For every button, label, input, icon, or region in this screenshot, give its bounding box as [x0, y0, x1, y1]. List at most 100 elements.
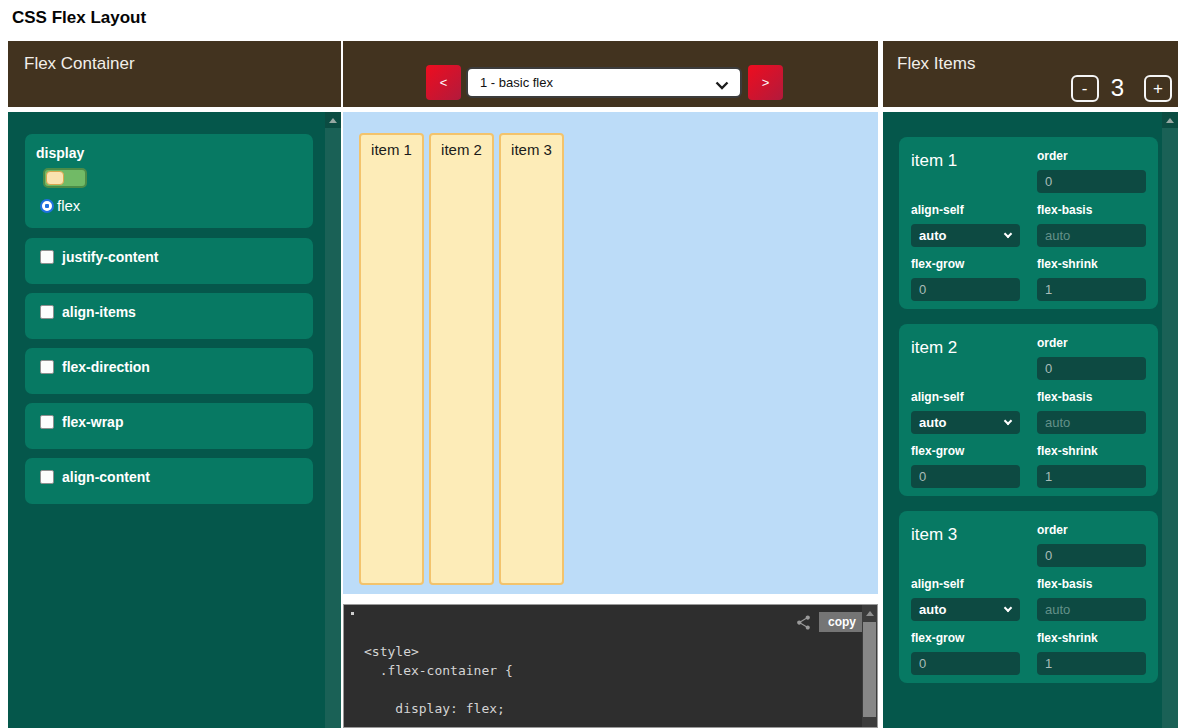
align-content-checkbox[interactable] [40, 470, 54, 484]
flex-grow-group: flex-grow [911, 444, 1020, 488]
flex-grow-label: flex-grow [911, 257, 1020, 272]
align-self-label: align-self [911, 203, 1020, 218]
prev-example-button[interactable]: < [426, 65, 461, 100]
display-label: display [36, 145, 302, 161]
example-select[interactable]: 1 - basic flex [466, 67, 742, 98]
scroll-up-arrow[interactable] [862, 605, 877, 621]
order-input[interactable] [1037, 357, 1146, 380]
display-toggle-knob [46, 171, 64, 185]
flex-grow-input[interactable] [911, 465, 1020, 488]
align-self-label: align-self [911, 390, 1020, 405]
option-label: align-items [62, 305, 136, 320]
code-scrollbar[interactable] [862, 605, 877, 727]
code-line [364, 680, 877, 699]
add-item-button[interactable]: + [1144, 75, 1172, 102]
option-label: align-content [62, 470, 150, 485]
item-count: 3 [1111, 74, 1124, 102]
align-self-select[interactable]: auto [911, 411, 1020, 434]
align-self-select[interactable]: auto [911, 598, 1020, 621]
scrollbar-thumb[interactable] [863, 622, 876, 717]
chevron-down-icon [1004, 417, 1012, 425]
flex-item-3: item 3 [499, 133, 564, 585]
order-group: order [1037, 336, 1146, 380]
align-self-select[interactable]: auto [911, 224, 1020, 247]
flex-basis-label: flex-basis [1037, 390, 1146, 405]
align-self-value: auto [919, 415, 946, 430]
flex-shrink-input[interactable] [1037, 465, 1146, 488]
flex-shrink-group: flex-shrink [1037, 257, 1146, 301]
flex-radio[interactable] [40, 199, 54, 213]
preview-column: < 1 - basic flex > item 1 item 2 item 3 … [343, 41, 878, 728]
code-cursor-dot [351, 612, 354, 615]
remove-item-button[interactable]: - [1071, 75, 1099, 102]
flex-items-header: Flex Items - 3 + [883, 41, 1178, 107]
flex-basis-input[interactable] [1037, 411, 1146, 434]
order-group: order [1037, 523, 1146, 567]
option-label: flex-direction [62, 360, 150, 375]
flex-shrink-group: flex-shrink [1037, 444, 1146, 488]
option-flex-wrap[interactable]: flex-wrap [25, 403, 313, 449]
option-align-items[interactable]: align-items [25, 293, 313, 339]
flex-wrap-checkbox[interactable] [40, 415, 54, 429]
align-self-label: align-self [911, 577, 1020, 592]
flex-items-title: Flex Items [897, 54, 975, 73]
option-justify-content[interactable]: justify-content [25, 238, 313, 284]
copy-button[interactable]: copy [819, 612, 865, 632]
flex-container-body: display flex justify-content align-items… [8, 112, 341, 728]
flex-basis-input[interactable] [1037, 598, 1146, 621]
flex-basis-label: flex-basis [1037, 577, 1146, 592]
flex-container-panel: Flex Container display flex justify-cont… [8, 41, 341, 728]
chevron-down-icon [1004, 604, 1012, 612]
order-group: order [1037, 149, 1146, 193]
justify-content-checkbox[interactable] [40, 250, 54, 264]
flex-basis-group: flex-basis [1037, 203, 1146, 247]
align-self-value: auto [919, 602, 946, 617]
flex-basis-input[interactable] [1037, 224, 1146, 247]
flex-shrink-input[interactable] [1037, 652, 1146, 675]
display-card: display flex [25, 134, 313, 228]
option-label: justify-content [62, 250, 158, 265]
flex-direction-checkbox[interactable] [40, 360, 54, 374]
flex-grow-input[interactable] [911, 652, 1020, 675]
option-flex-direction[interactable]: flex-direction [25, 348, 313, 394]
share-icon[interactable] [795, 614, 812, 631]
flex-grow-input[interactable] [911, 278, 1020, 301]
align-self-group: align-self auto [911, 577, 1020, 621]
scroll-up-arrow[interactable] [325, 112, 341, 128]
example-select-value: 1 - basic flex [480, 75, 553, 90]
flex-preview-container: item 1 item 2 item 3 [343, 112, 878, 594]
next-example-button[interactable]: > [748, 65, 783, 100]
item-card-1: item 1 order align-self auto flex-basis [899, 137, 1158, 309]
align-self-value: auto [919, 228, 946, 243]
flex-radio-label: flex [57, 197, 80, 214]
option-align-content[interactable]: align-content [25, 458, 313, 504]
flex-basis-group: flex-basis [1037, 390, 1146, 434]
flex-item-1: item 1 [359, 133, 424, 585]
flex-item-label: item 1 [371, 141, 412, 158]
scroll-up-arrow[interactable] [1162, 112, 1178, 128]
align-items-checkbox[interactable] [40, 305, 54, 319]
flex-grow-group: flex-grow [911, 257, 1020, 301]
item-card-2: item 2 order align-self auto flex-basis [899, 324, 1158, 496]
scrollbar-thumb[interactable] [1162, 128, 1178, 728]
align-self-group: align-self auto [911, 203, 1020, 247]
flex-shrink-input[interactable] [1037, 278, 1146, 301]
align-self-group: align-self auto [911, 390, 1020, 434]
flex-grow-label: flex-grow [911, 631, 1020, 646]
flex-shrink-label: flex-shrink [1037, 257, 1146, 272]
flex-items-body: item 1 order align-self auto flex-basis [883, 112, 1178, 728]
flex-basis-group: flex-basis [1037, 577, 1146, 621]
display-toggle[interactable] [43, 168, 87, 188]
item-card-title: item 2 [911, 336, 1020, 380]
flex-item-label: item 2 [441, 141, 482, 158]
flex-shrink-group: flex-shrink [1037, 631, 1146, 675]
order-input[interactable] [1037, 544, 1146, 567]
flex-items-scrollbar[interactable] [1162, 112, 1178, 728]
scrollbar-thumb[interactable] [325, 128, 341, 728]
flex-shrink-label: flex-shrink [1037, 444, 1146, 459]
flex-container-title: Flex Container [24, 54, 135, 73]
flex-shrink-label: flex-shrink [1037, 631, 1146, 646]
order-input[interactable] [1037, 170, 1146, 193]
flex-container-scrollbar[interactable] [325, 112, 341, 728]
item-card-title: item 1 [911, 149, 1020, 193]
